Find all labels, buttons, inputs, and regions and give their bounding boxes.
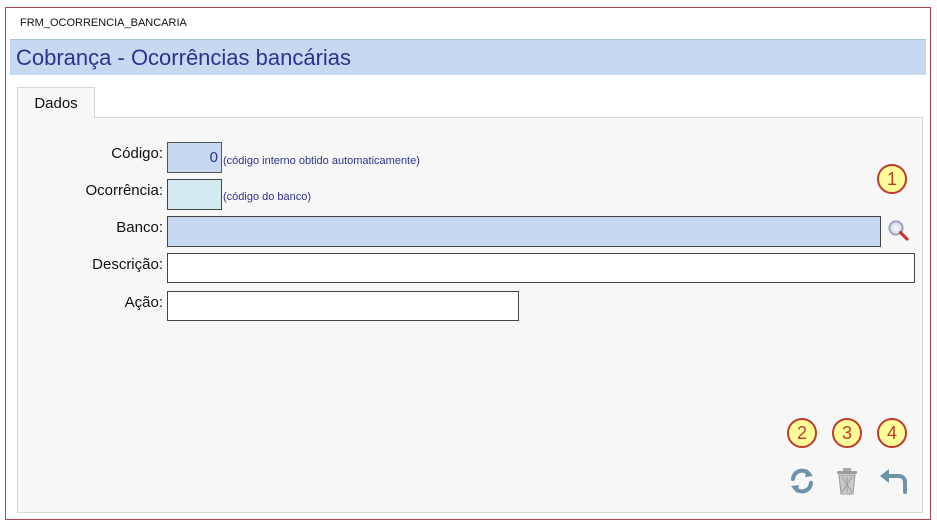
codigo-field[interactable] [167,142,222,173]
back-button[interactable] [876,465,908,497]
callout-1: 1 [877,164,907,194]
acao-field[interactable] [167,291,519,321]
ocorrencia-label: Ocorrência: [85,182,163,199]
refresh-button[interactable] [786,465,818,497]
ocorrencia-field[interactable] [167,179,222,210]
callout-3: 3 [832,418,862,448]
ocorrencia-hint: (código do banco) [223,191,312,203]
form-window: FRM_OCORRENCIA_BANCARIA Cobrança - Ocorr… [5,7,931,520]
trash-icon [837,468,857,495]
banco-lookup-button[interactable] [882,214,914,246]
banco-field[interactable] [167,216,881,247]
form-name: FRM_OCORRENCIA_BANCARIA [20,17,187,29]
callout-4: 4 [877,418,907,448]
delete-button[interactable] [831,465,863,497]
title-bar: Cobrança - Ocorrências bancárias [10,39,926,75]
codigo-hint: (código interno obtido automaticamente) [223,155,420,167]
descricao-field[interactable] [167,253,915,283]
tab-dados[interactable]: Dados [17,87,95,118]
undo-icon [880,469,907,494]
banco-label: Banco: [116,219,163,236]
refresh-icon [791,468,813,494]
search-icon [888,220,909,241]
descricao-label: Descrição: [92,256,163,273]
codigo-label: Código: [111,145,163,162]
tab-panel-dados: Código: (código interno obtido automatic… [17,117,923,513]
callout-2: 2 [787,418,817,448]
acao-label: Ação: [124,294,163,311]
page-title: Cobrança - Ocorrências bancárias [16,45,352,70]
